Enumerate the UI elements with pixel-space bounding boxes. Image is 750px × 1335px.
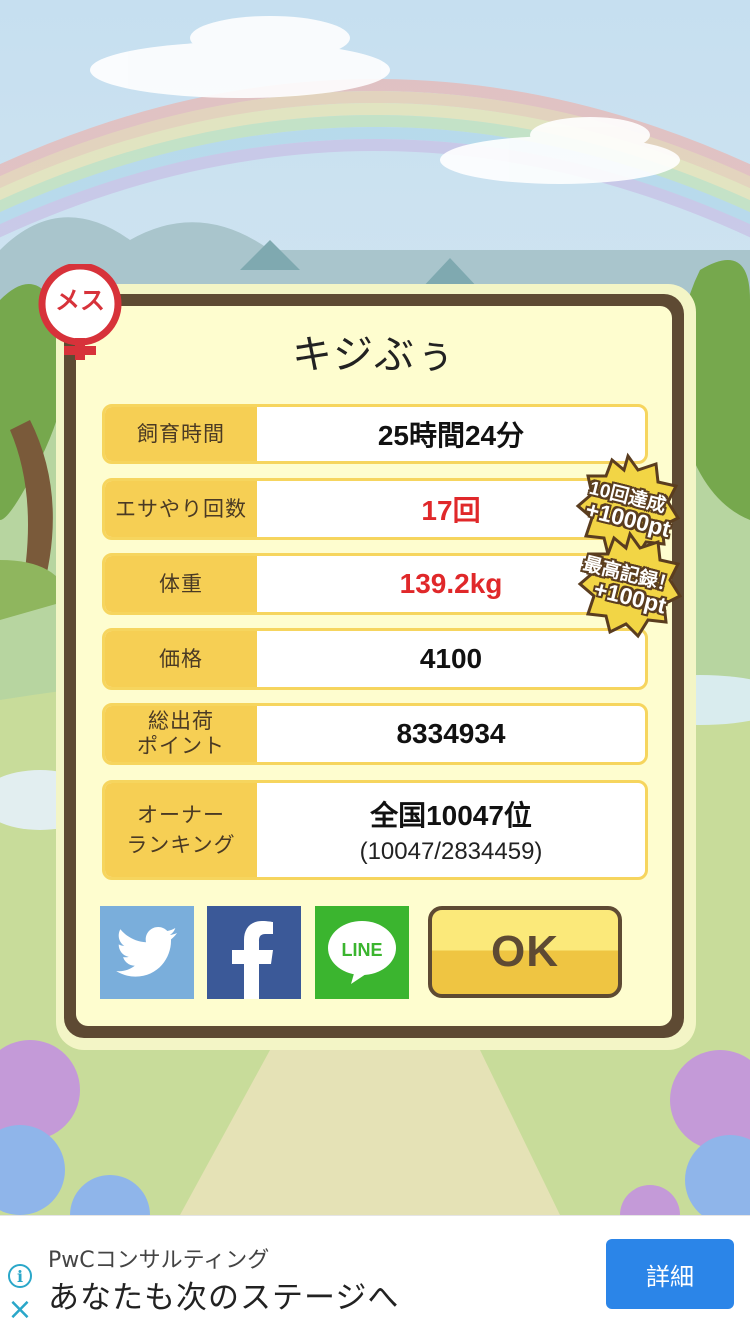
stat-row-weight: 体重 139.2kg — [102, 553, 648, 615]
stat-value: 全国10047位 (10047/2834459) — [257, 783, 645, 877]
info-icon[interactable]: i — [8, 1264, 32, 1288]
line-label: LINE — [341, 940, 383, 960]
stat-label-line: オーナー — [137, 803, 225, 827]
stat-label: 体重 — [105, 556, 257, 612]
stat-row-feed-count: エサやり回数 17回 — [102, 478, 648, 540]
twitter-share-button[interactable] — [100, 906, 194, 999]
ok-button[interactable]: OK — [428, 906, 622, 998]
line-share-button[interactable]: LINE — [315, 906, 409, 999]
stat-label: オーナー ランキング — [105, 783, 257, 877]
stat-label-line: ポイント — [137, 734, 225, 758]
stat-value: 8334934 — [396, 718, 506, 749]
ad-title[interactable]: あなたも次のステージへ — [48, 1272, 399, 1317]
facebook-share-button[interactable] — [207, 906, 301, 999]
stat-label-line: 総出荷 — [148, 709, 214, 733]
stat-label: 総出荷 ポイント — [105, 706, 257, 762]
close-icon[interactable]: × — [6, 1295, 34, 1325]
stat-label-line: ランキング — [126, 833, 236, 857]
ad-source: PwCコンサルティング — [48, 1248, 270, 1273]
ranking-value: 全国10047位 — [370, 800, 532, 831]
ranking-detail: (10047/2834459) — [359, 838, 543, 865]
facebook-f-icon — [232, 921, 273, 999]
stat-label: エサやり回数 — [105, 481, 257, 537]
ad-details-button[interactable]: 詳細 — [606, 1239, 734, 1309]
record-badge: 最高記録！ +100pt — [576, 530, 684, 640]
twitter-bird-icon — [116, 926, 177, 977]
stat-row-price: 価格 4100 — [102, 628, 648, 690]
gender-label: メス — [54, 286, 105, 315]
stat-row-breeding-time: 飼育時間 25時間24分 — [102, 404, 648, 464]
stat-row-shipping-points: 総出荷 ポイント 8334934 — [102, 703, 648, 765]
pet-name: キジぶぅ — [292, 332, 456, 378]
stat-label: 飼育時間 — [105, 407, 257, 461]
stat-label: 価格 — [105, 631, 257, 687]
stat-row-owner-ranking: オーナー ランキング 全国10047位 (10047/2834459) — [102, 780, 648, 880]
